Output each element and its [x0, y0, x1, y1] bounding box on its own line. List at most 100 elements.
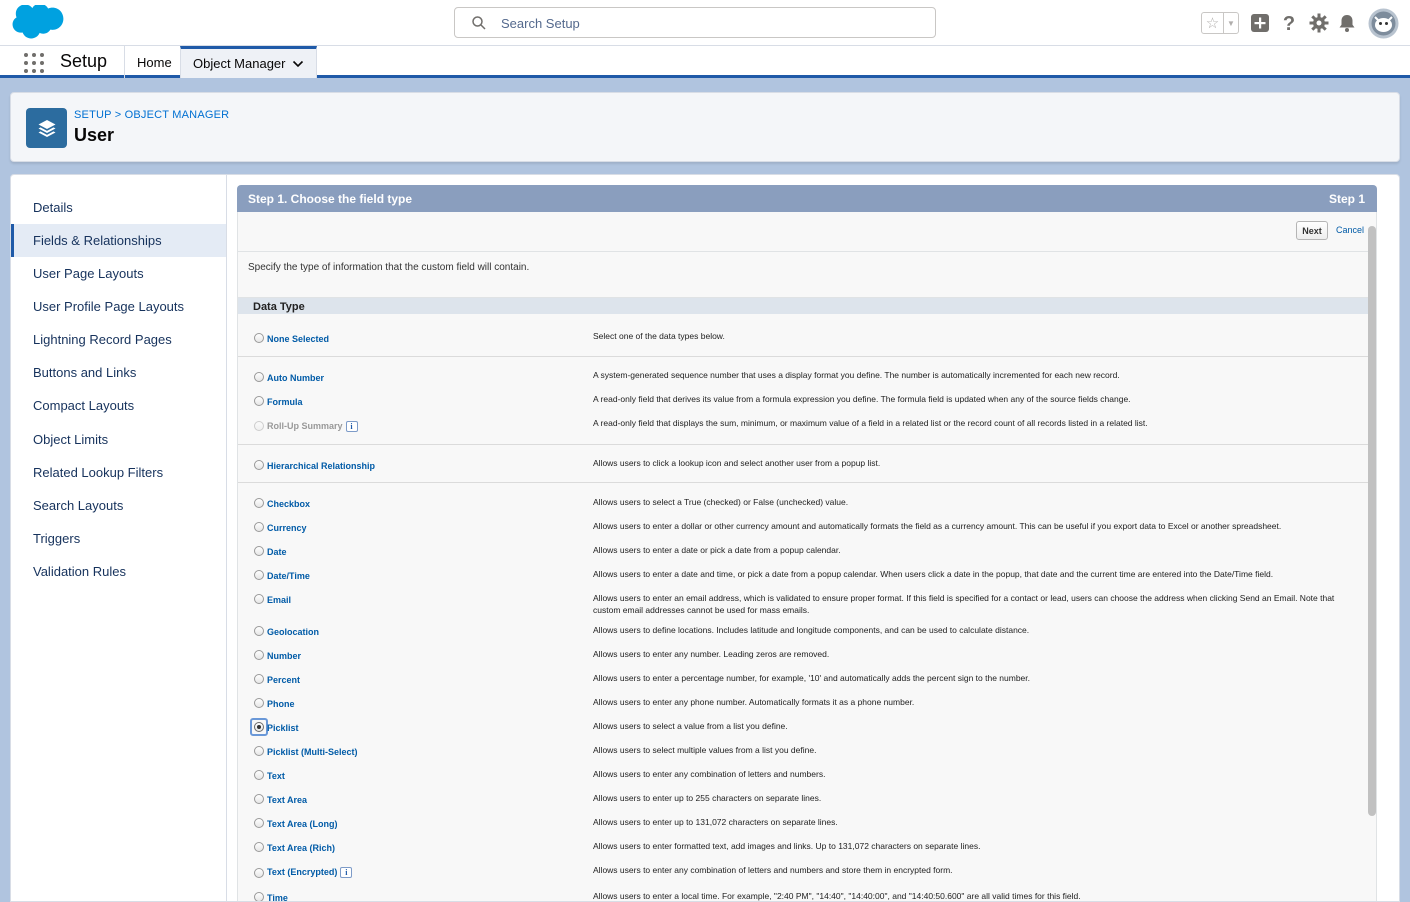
favorites-group: ☆ ▼ [1201, 12, 1239, 34]
type-description: Allows users to select multiple values f… [593, 745, 817, 755]
type-label-geolocation[interactable]: Geolocation [267, 627, 319, 637]
radio-geolocation[interactable] [254, 626, 264, 636]
type-label-text-area[interactable]: Text Area [267, 795, 307, 805]
radio-text-encrypted[interactable] [254, 868, 264, 878]
next-button[interactable]: Next [1296, 221, 1328, 240]
type-description: Allows users to enter up to 131,072 char… [593, 817, 838, 827]
radio-text[interactable] [254, 770, 264, 780]
type-label-text-area-rich[interactable]: Text Area (Rich) [267, 843, 335, 853]
type-label-email[interactable]: Email [267, 595, 291, 605]
type-label-text[interactable]: Text [267, 771, 285, 781]
info-icon[interactable]: i [340, 867, 353, 878]
sidebar-item-details[interactable]: Details [11, 191, 226, 224]
global-header: ☆ ▼ ? [0, 0, 1410, 46]
favorites-caret-icon[interactable]: ▼ [1224, 13, 1238, 33]
radio-date-time[interactable] [254, 570, 264, 580]
radio-text-area[interactable] [254, 794, 264, 804]
radio-checkbox[interactable] [254, 498, 264, 508]
sidebar-item-search-layouts[interactable]: Search Layouts [11, 489, 226, 522]
type-label-hierarchical-relationship[interactable]: Hierarchical Relationship [267, 461, 375, 471]
radio-picklist-multi-select[interactable] [254, 746, 264, 756]
type-label-phone[interactable]: Phone [267, 699, 295, 709]
type-label-checkbox[interactable]: Checkbox [267, 499, 310, 509]
sidebar-item-lightning-record-pages[interactable]: Lightning Record Pages [11, 323, 226, 356]
radio-percent[interactable] [254, 674, 264, 684]
salesforce-logo[interactable] [12, 5, 66, 43]
divider [238, 251, 1376, 252]
radio-number[interactable] [254, 650, 264, 660]
type-label-text-area-long[interactable]: Text Area (Long) [267, 819, 338, 829]
type-label-date-time[interactable]: Date/Time [267, 571, 310, 581]
user-avatar[interactable] [1368, 8, 1399, 39]
type-label-picklist-multi-select[interactable]: Picklist (Multi-Select) [267, 747, 358, 757]
add-icon[interactable] [1249, 12, 1271, 34]
app-launcher-icon[interactable] [24, 53, 44, 73]
type-label-text-encrypted[interactable]: Text (Encrypted) i [267, 867, 353, 878]
radio-email[interactable] [254, 594, 264, 604]
type-description: A system-generated sequence number that … [593, 370, 1120, 380]
radio-formula[interactable] [254, 396, 264, 406]
tab-home[interactable]: Home [125, 46, 180, 78]
page-scrollbar[interactable] [1368, 226, 1376, 816]
object-sidebar: Details Fields & Relationships User Page… [11, 175, 227, 901]
svg-text:?: ? [1283, 13, 1295, 34]
sidebar-item-fields-relationships[interactable]: Fields & Relationships [11, 224, 226, 257]
favorites-star-icon[interactable]: ☆ [1202, 13, 1224, 33]
radio-currency[interactable] [254, 522, 264, 532]
sidebar-item-triggers[interactable]: Triggers [11, 522, 226, 555]
chevron-down-icon[interactable] [292, 58, 304, 70]
type-description: Allows users to enter any combination of… [593, 865, 953, 875]
sidebar-item-related-lookup-filters[interactable]: Related Lookup Filters [11, 456, 226, 489]
radio-date[interactable] [254, 546, 264, 556]
type-label-number[interactable]: Number [267, 651, 301, 661]
radio-picklist[interactable] [254, 722, 264, 732]
breadcrumb-object-manager[interactable]: OBJECT MANAGER [125, 109, 230, 121]
info-icon[interactable]: i [345, 421, 358, 432]
type-description: Allows users to select a value from a li… [593, 721, 788, 731]
step-number: Step 1 [1328, 192, 1365, 206]
radio-auto-number[interactable] [254, 372, 264, 382]
radio-time[interactable] [254, 892, 264, 901]
type-label-formula[interactable]: Formula [267, 397, 303, 407]
radio-text-area-rich[interactable] [254, 842, 264, 852]
setup-gear-icon[interactable] [1308, 12, 1330, 34]
sidebar-item-compact-layouts[interactable]: Compact Layouts [11, 389, 226, 422]
type-description: Allows users to enter any phone number. … [593, 697, 915, 707]
new-field-wizard: Step 1. Choose the field type Step 1 Nex… [237, 185, 1377, 901]
search-setup-box[interactable] [454, 7, 936, 38]
type-label-percent[interactable]: Percent [267, 675, 300, 685]
radio-phone[interactable] [254, 698, 264, 708]
tab-object-manager[interactable]: Object Manager [180, 46, 317, 78]
data-type-heading: Data Type [253, 301, 305, 313]
sidebar-item-validation-rules[interactable]: Validation Rules [11, 555, 226, 588]
app-name: Setup [60, 51, 108, 71]
type-label-auto-number[interactable]: Auto Number [267, 373, 324, 383]
step-title: Step 1. Choose the field type [248, 192, 413, 206]
type-description: Allows users to enter any number. Leadin… [593, 649, 830, 659]
app-nav-bar: Setup Home Object Manager [0, 46, 1410, 78]
step-header: Step 1. Choose the field type Step 1 [237, 185, 1377, 212]
notifications-bell-icon[interactable] [1336, 12, 1358, 34]
type-description: Allows users to enter a local time. For … [593, 891, 1081, 901]
radio-text-area-long[interactable] [254, 818, 264, 828]
cancel-link[interactable]: Cancel [1336, 225, 1364, 235]
radio-none-selected[interactable] [254, 333, 264, 343]
search-input[interactable] [501, 13, 921, 33]
help-icon[interactable]: ? [1278, 12, 1300, 34]
type-description: Allows users to enter a date and time, o… [593, 569, 1274, 579]
breadcrumb-setup[interactable]: SETUP [74, 109, 111, 121]
sidebar-item-user-page-layouts[interactable]: User Page Layouts [11, 257, 226, 290]
sidebar-item-buttons-links[interactable]: Buttons and Links [11, 356, 226, 389]
type-label-date[interactable]: Date [267, 547, 287, 557]
sidebar-item-object-limits[interactable]: Object Limits [11, 423, 226, 456]
type-label-none-selected[interactable]: None Selected [267, 334, 329, 344]
type-label-currency[interactable]: Currency [267, 523, 307, 533]
radio-hierarchical-relationship[interactable] [254, 460, 264, 470]
text-encrypted-text[interactable]: Text (Encrypted) [267, 867, 337, 877]
type-label-picklist[interactable]: Picklist [267, 723, 299, 733]
type-label-time[interactable]: Time [267, 893, 288, 901]
sidebar-item-user-profile-page-layouts[interactable]: User Profile Page Layouts [11, 290, 226, 323]
type-description: Allows users to define locations. Includ… [593, 625, 1030, 635]
type-description: Allows users to enter a percentage numbe… [593, 673, 1030, 683]
type-description: Allows users to enter an email address, … [593, 593, 1335, 615]
